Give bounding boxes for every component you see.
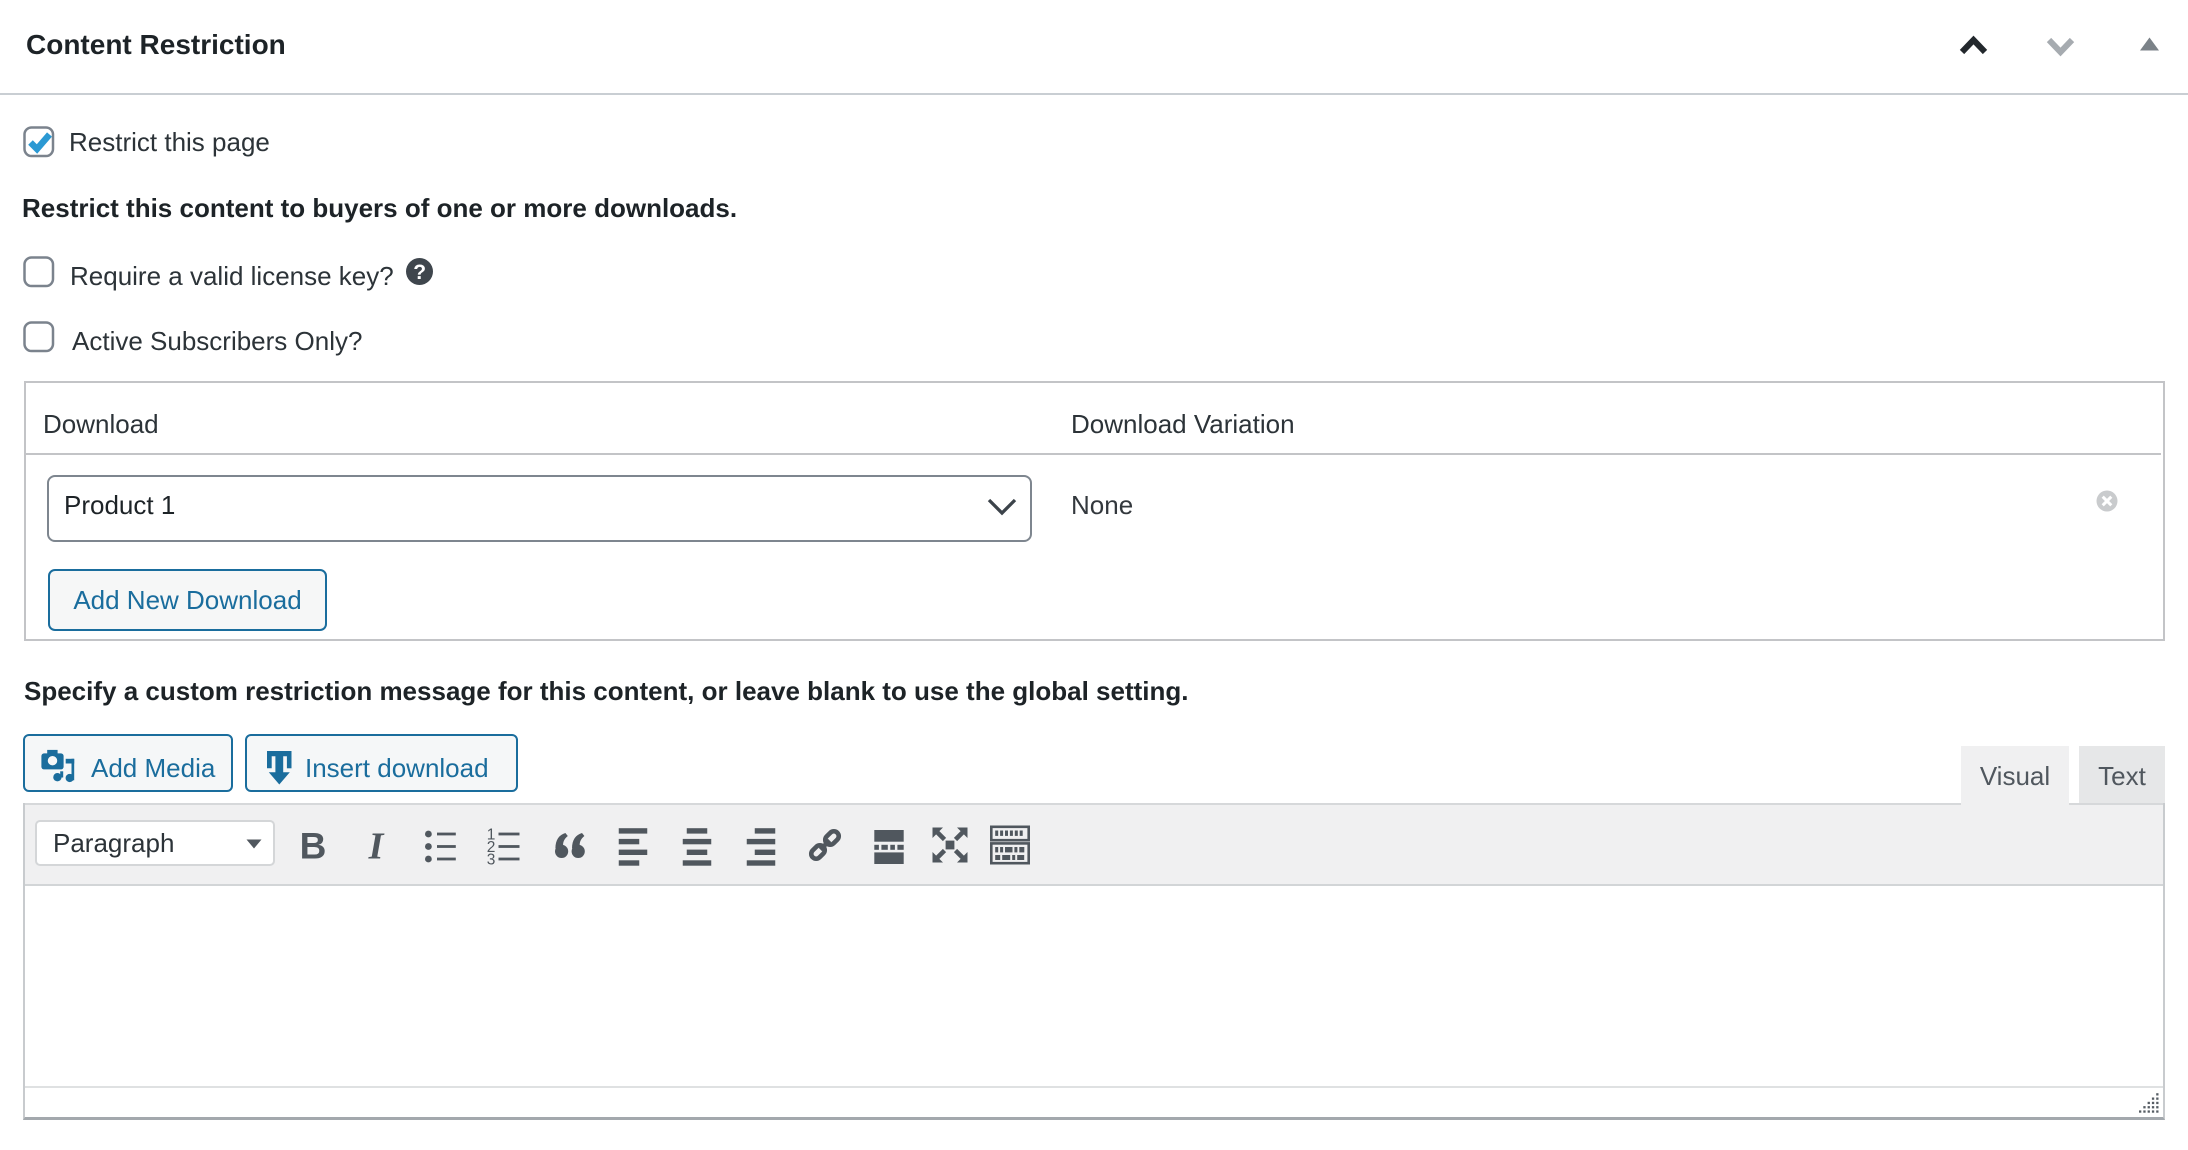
svg-text:B: B [300,826,327,867]
svg-text:3: 3 [487,852,496,869]
svg-text:?: ? [413,261,426,284]
svg-text:I: I [368,826,385,868]
